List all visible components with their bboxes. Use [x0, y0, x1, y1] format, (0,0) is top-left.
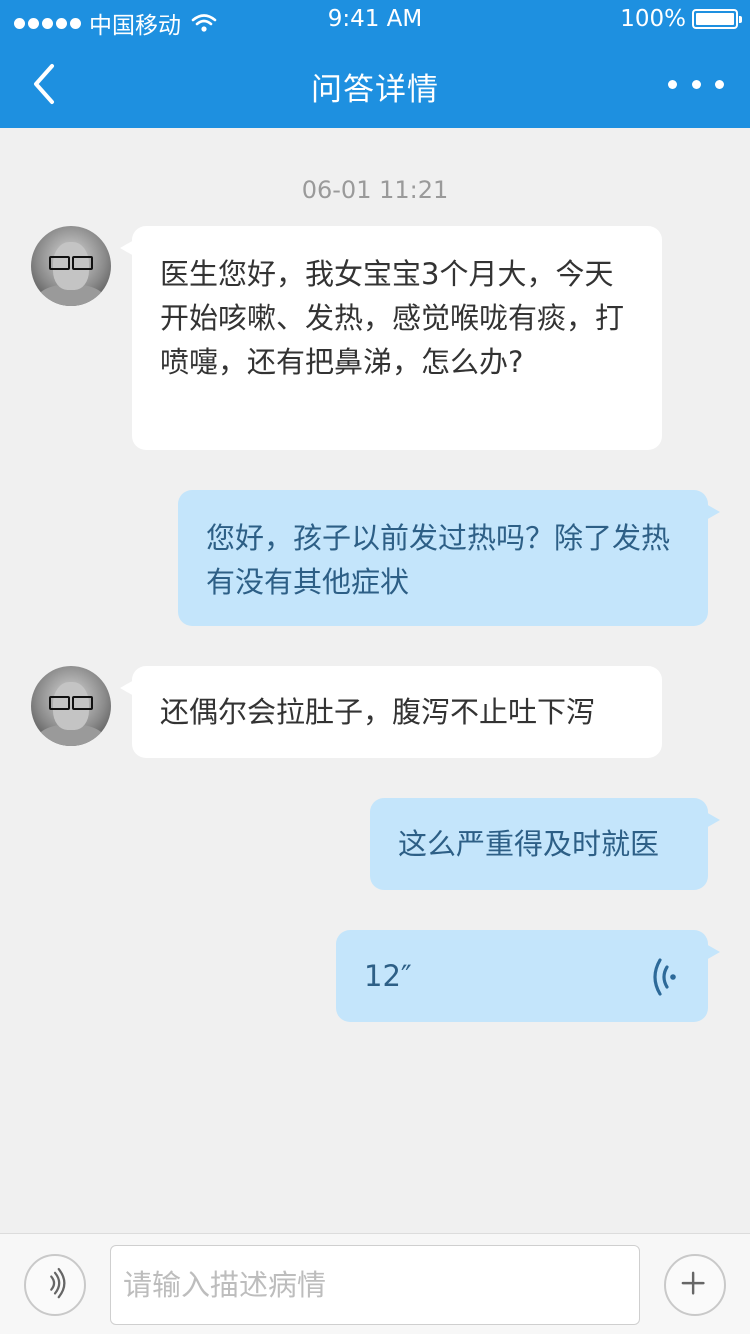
message-bubble-right[interactable]: 您好，孩子以前发过热吗？除了发热有没有其他症状: [178, 490, 720, 626]
chat-timestamp: 06-01 11:21: [301, 176, 449, 204]
page-title: 问答详情: [311, 72, 439, 108]
message-bubble-left[interactable]: 还偶尔会拉肚子，腹泻不止吐下泻: [120, 666, 662, 758]
voice-duration: 12″: [364, 959, 412, 993]
nav-bar: 问答详情: [0, 40, 750, 128]
voice-input-button[interactable]: [24, 1254, 86, 1316]
input-bar: [0, 1233, 750, 1334]
message-input[interactable]: [110, 1245, 640, 1325]
more-dot-icon: [691, 79, 701, 89]
user-avatar[interactable]: [31, 666, 111, 746]
more-dot-icon: [668, 79, 677, 89]
voice-message-bubble[interactable]: 12″: [336, 930, 720, 1022]
battery-icon: [692, 9, 742, 29]
status-right: 100%: [620, 6, 742, 32]
voice-icon: [50, 1267, 66, 1299]
voice-playback-icon: [653, 958, 676, 996]
status-bar: 中国移动 9:41 AM 100%: [0, 0, 750, 40]
plus-icon: [681, 1271, 705, 1295]
more-options-button[interactable]: [668, 70, 724, 98]
message-bubble-right[interactable]: 这么严重得及时就医: [370, 798, 720, 890]
app-header: 中国移动 9:41 AM 100% 问答详情: [0, 0, 750, 128]
battery-percent: 100%: [620, 6, 686, 32]
add-attachment-button[interactable]: [664, 1254, 726, 1316]
message-bubble-left[interactable]: 医生您好，我女宝宝3个月大，今天开始咳嗽、发热，感觉喉咙有痰，打喷嚏，还有把鼻涕…: [120, 226, 662, 450]
user-avatar[interactable]: [31, 226, 111, 306]
more-dot-icon: [715, 79, 724, 89]
